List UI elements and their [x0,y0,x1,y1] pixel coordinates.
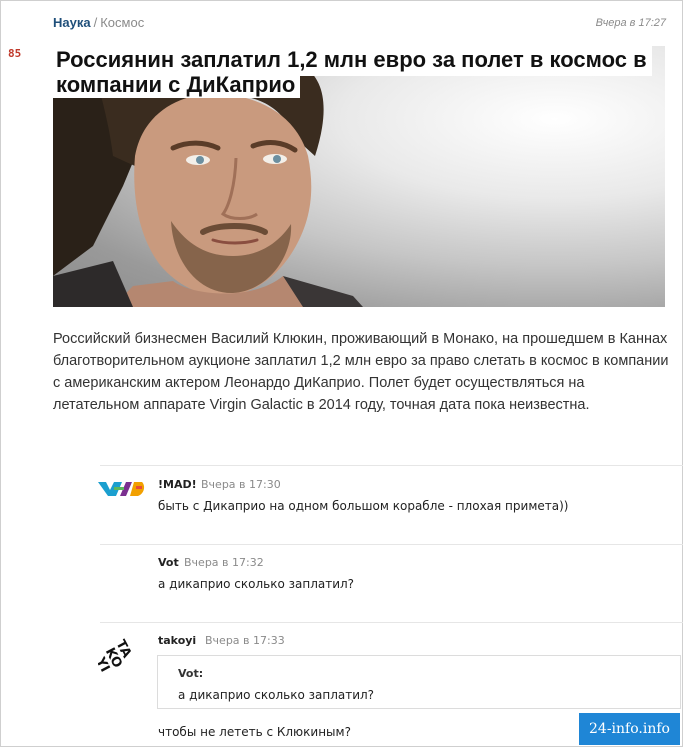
category-link[interactable]: Наука [53,15,91,30]
quote-author: Vot: [178,667,204,680]
breadcrumb: Наука / Космос [53,15,144,30]
comment-author[interactable]: !MAD! [158,478,197,491]
post-time: Вчера в 17:27 [595,17,666,29]
subcategory-link[interactable]: Космос [100,15,144,30]
quoted-comment: Vot: а дикаприо сколько заплатил? [157,655,681,709]
user-avatar-takoyi[interactable]: TA KO YI [98,636,142,686]
article-title-line-2[interactable]: компании с ДиКаприо [53,71,301,98]
article-body: Российский бизнесмен Василий Клюкин, про… [53,331,669,413]
comment-divider [100,544,683,545]
comment-author[interactable]: takoyi [158,634,196,647]
comment-time: Вчера в 17:30 [201,478,281,491]
breadcrumb-separator: / [93,15,98,30]
comment-divider [100,622,683,623]
comment-time: Вчера в 17:32 [184,556,264,569]
user-avatar-mad[interactable] [96,478,146,500]
comment-time: Вчера в 17:33 [205,634,285,647]
comment-text: быть с Дикаприо на одном большом корабле… [158,499,569,513]
comment-text: а дикаприо сколько заплатил? [158,577,355,591]
comment-author[interactable]: Vot [158,556,179,569]
quote-text: а дикаприо сколько заплатил? [178,688,375,702]
comment-text: чтобы не лететь с Клюкиным? [158,725,351,739]
comment-divider [100,465,683,466]
site-watermark: 24-info.info [579,713,680,745]
post-rating: 85 [8,47,22,60]
